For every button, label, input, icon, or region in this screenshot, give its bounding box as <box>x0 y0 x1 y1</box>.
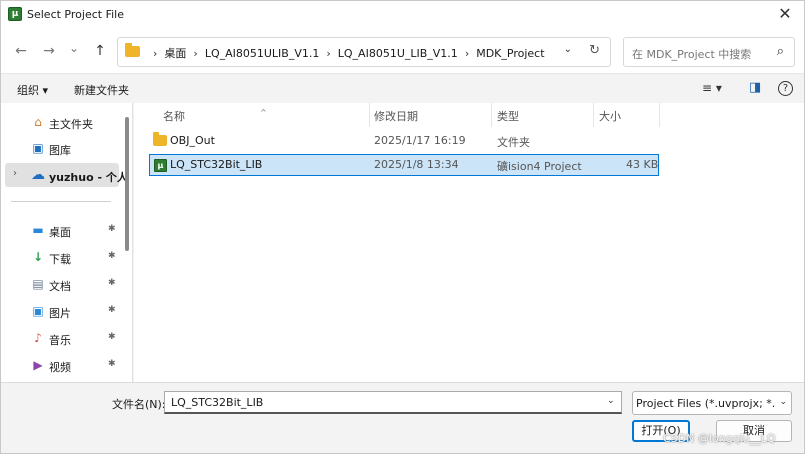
breadcrumb-separator[interactable]: › <box>465 47 469 60</box>
refresh-icon[interactable]: ↻ <box>589 43 600 58</box>
sidebar-item-label: 文档 <box>49 280 71 293</box>
command-bar: 组织 ▾ 新建文件夹 ≡ ▾ ◨ ? <box>1 73 804 103</box>
video-icon: ▶ <box>33 358 43 372</box>
file-type: 礦ision4 Project <box>497 160 582 173</box>
column-divider[interactable] <box>659 103 660 127</box>
uvision-project-icon: μ <box>154 159 167 172</box>
sidebar-item-label: 桌面 <box>49 226 71 239</box>
breadcrumb-separator[interactable]: › <box>326 47 330 60</box>
preview-pane-icon[interactable]: ◨ <box>749 80 761 95</box>
forward-button[interactable]: → <box>39 41 59 61</box>
chevron-down-icon[interactable]: ⌄ <box>779 397 787 407</box>
title-bar: μ Select Project File ✕ <box>1 1 804 29</box>
sidebar-item-music[interactable]: ♪ 音乐 ✱ <box>1 326 121 350</box>
cloud-icon: ☁ <box>31 167 45 183</box>
recent-locations-button[interactable]: ⌄ <box>64 38 84 58</box>
sidebar-item-label: 主文件夹 <box>49 118 93 131</box>
help-icon[interactable]: ? <box>778 81 793 96</box>
sidebar-item-onedrive[interactable]: › ☁ yuzhuo - 个人 <box>5 163 128 187</box>
file-dialog: μ Select Project File ✕ ← → ⌄ ↑ › 桌面 › L… <box>0 0 805 454</box>
view-options-icon[interactable]: ≡ ▾ <box>702 81 722 95</box>
filename-label: 文件名(N): <box>112 398 166 411</box>
navigation-bar: ← → ⌄ ↑ › 桌面 › LQ_AI8051ULIB_V1.1 › LQ_A… <box>1 29 804 73</box>
sidebar-item-gallery[interactable]: ▣ 图库 <box>1 136 121 160</box>
filetype-select[interactable]: Project Files (*.uvprojx; *.uvp ⌄ <box>632 391 792 415</box>
new-folder-button[interactable]: 新建文件夹 <box>74 82 129 98</box>
file-name: OBJ_Out <box>170 134 215 147</box>
close-button[interactable]: ✕ <box>776 5 794 23</box>
file-row-obj-out[interactable]: OBJ_Out 2025/1/17 16:19 文件夹 <box>149 130 659 152</box>
window-title: Select Project File <box>27 8 124 21</box>
filename-dropdown-icon[interactable]: ⌄ <box>607 396 615 406</box>
pin-icon: ✱ <box>108 359 116 369</box>
column-header-size[interactable]: 大小 <box>599 108 621 124</box>
pin-icon: ✱ <box>108 278 116 288</box>
keil-app-icon: μ <box>8 7 22 21</box>
pin-icon: ✱ <box>108 224 116 234</box>
breadcrumb-item-desktop[interactable]: 桌面 <box>164 45 186 61</box>
navigation-pane: ⌂ 主文件夹 ▣ 图库 › ☁ yuzhuo - 个人 ▬ 桌面 ✱ ↓ 下载 … <box>1 103 133 382</box>
desktop-icon: ▬ <box>32 223 44 237</box>
sidebar-item-downloads[interactable]: ↓ 下载 ✱ <box>1 245 121 269</box>
breadcrumb-separator: › <box>153 46 158 60</box>
sidebar-scrollbar[interactable] <box>125 117 129 251</box>
sidebar-item-label: 音乐 <box>49 334 71 347</box>
search-icon[interactable]: ⌕ <box>777 44 784 59</box>
back-button[interactable]: ← <box>11 41 31 61</box>
column-divider[interactable] <box>369 103 370 127</box>
sidebar-item-label: 下载 <box>49 253 71 266</box>
file-type: 文件夹 <box>497 136 530 149</box>
filename-input[interactable] <box>164 391 622 414</box>
sidebar-item-videos[interactable]: ▶ 视频 ✱ <box>1 353 121 377</box>
home-icon: ⌂ <box>34 115 42 129</box>
breadcrumb-item-mdk-project[interactable]: MDK_Project <box>476 47 544 60</box>
search-input[interactable]: 在 MDK_Project 中搜索 <box>632 46 751 62</box>
file-name: LQ_STC32Bit_LIB <box>170 158 263 171</box>
file-list: ^ 名称 修改日期 类型 大小 OBJ_Out 2025/1/17 16:19 … <box>134 103 804 382</box>
pin-icon: ✱ <box>108 305 116 315</box>
column-divider[interactable] <box>491 103 492 127</box>
file-modified: 2025/1/8 13:34 <box>374 158 459 171</box>
sidebar-item-label: 图片 <box>49 307 71 320</box>
file-size: 43 KB <box>626 158 659 171</box>
column-header-row: ^ 名称 修改日期 类型 大小 <box>134 103 804 127</box>
address-history-dropdown[interactable]: ⌄ <box>564 44 572 55</box>
pin-icon: ✱ <box>108 251 116 261</box>
address-bar[interactable]: › 桌面 › LQ_AI8051ULIB_V1.1 › LQ_AI8051U_L… <box>117 37 611 67</box>
column-header-name[interactable]: 名称 <box>163 108 185 124</box>
csdn-watermark: CSDN @longqiu__LQ <box>663 432 776 445</box>
organize-menu[interactable]: 组织 ▾ <box>17 82 48 98</box>
sidebar-item-label: yuzhuo - 个人 <box>49 171 128 184</box>
sidebar-item-label: 视频 <box>49 361 71 374</box>
folder-icon <box>153 132 167 146</box>
sidebar-item-home[interactable]: ⌂ 主文件夹 <box>1 110 121 134</box>
sidebar-item-pictures[interactable]: ▣ 图片 ✱ <box>1 299 121 323</box>
breadcrumb-item-lq-ai8051ulib[interactable]: LQ_AI8051ULIB_V1.1 <box>205 47 320 60</box>
column-header-modified[interactable]: 修改日期 <box>374 108 418 124</box>
folder-icon <box>125 43 140 57</box>
breadcrumb: › 桌面 › LQ_AI8051ULIB_V1.1 › LQ_AI8051U_L… <box>146 45 545 61</box>
sort-ascending-icon: ^ <box>260 108 267 117</box>
breadcrumb-separator[interactable]: › <box>193 47 197 60</box>
document-icon: ▤ <box>32 277 44 291</box>
file-row-lq-stc32bit-lib[interactable]: μ LQ_STC32Bit_LIB 2025/1/8 13:34 礦ision4… <box>149 154 659 176</box>
file-modified: 2025/1/17 16:19 <box>374 134 466 147</box>
sidebar-item-documents[interactable]: ▤ 文档 ✱ <box>1 272 121 296</box>
search-box[interactable]: 在 MDK_Project 中搜索 ⌕ <box>623 37 795 67</box>
sidebar-divider <box>11 201 111 202</box>
up-button[interactable]: ↑ <box>90 41 110 61</box>
filetype-value: Project Files (*.uvprojx; *.uvp <box>636 397 776 410</box>
gallery-icon: ▣ <box>32 141 44 155</box>
sidebar-item-label: 图库 <box>49 144 71 157</box>
chevron-right-icon[interactable]: › <box>13 168 17 179</box>
music-icon: ♪ <box>34 331 42 345</box>
breadcrumb-item-lq-ai8051u-lib[interactable]: LQ_AI8051U_LIB_V1.1 <box>338 47 458 60</box>
download-icon: ↓ <box>32 250 44 264</box>
column-divider[interactable] <box>593 103 594 127</box>
column-header-type[interactable]: 类型 <box>497 108 519 124</box>
pictures-icon: ▣ <box>32 304 44 318</box>
pin-icon: ✱ <box>108 332 116 342</box>
sidebar-item-desktop[interactable]: ▬ 桌面 ✱ <box>1 218 121 242</box>
